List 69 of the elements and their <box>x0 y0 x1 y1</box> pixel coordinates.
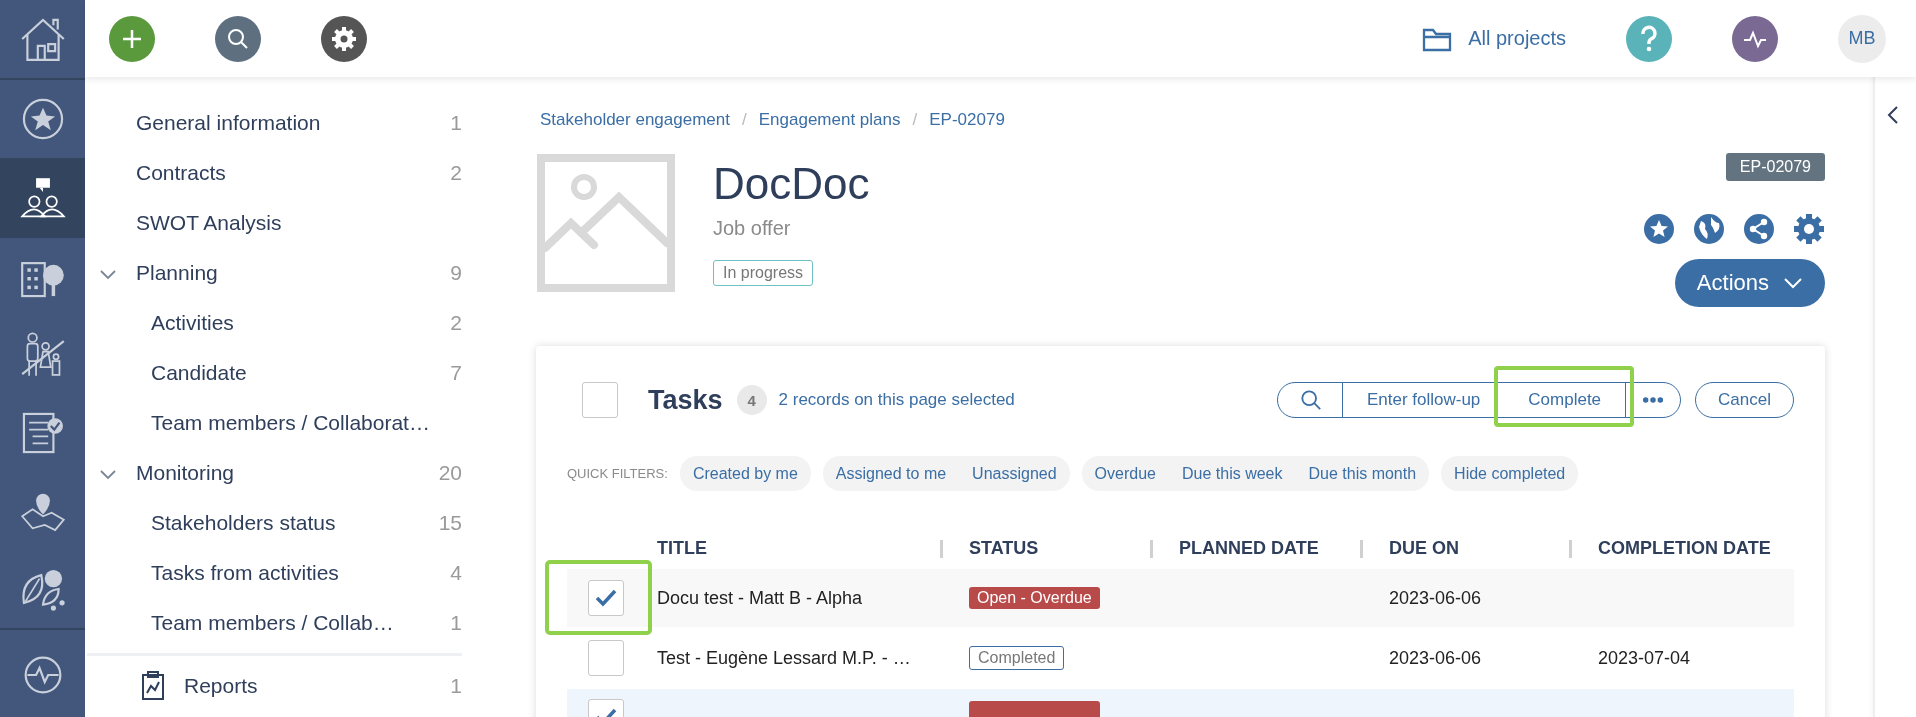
sidebar-item[interactable]: Reports 1 <box>85 656 462 716</box>
table-cell: 2023-06-06 <box>1389 587 1482 609</box>
user-avatar[interactable]: MB <box>1838 14 1886 63</box>
settings-button[interactable] <box>321 15 367 62</box>
count-badge: 4 <box>736 385 767 415</box>
breadcrumb-link[interactable]: EP-02079 <box>929 110 1005 130</box>
tasks-title: Tasks <box>648 384 723 416</box>
share-icon[interactable] <box>1743 213 1775 245</box>
table-row[interactable]: Docu test - Matt B - Alpha Open - Overdue 2023-06-06 <box>567 569 1794 627</box>
selection-note: 2 records on this page selected <box>778 390 1015 410</box>
more-icon <box>1642 396 1665 404</box>
breadcrumb-link[interactable]: Engagement plans <box>758 110 901 130</box>
row-checkbox[interactable] <box>588 580 624 616</box>
sidebar-item[interactable]: Monitoring 20 <box>85 448 462 498</box>
sidebar-item[interactable]: Stakeholders status 15 <box>85 498 462 548</box>
quick-filter[interactable]: Unassigned <box>959 464 1070 483</box>
sidebar-item[interactable]: Team members / Collaborat… <box>85 398 462 448</box>
quick-filter[interactable]: Assigned to me <box>822 464 960 483</box>
sidebar-item[interactable]: Team members / Collab… 1 <box>85 598 462 648</box>
checkmark-icon <box>594 588 618 608</box>
record-title: DocDoc <box>713 159 870 209</box>
globe-icon[interactable] <box>1693 213 1725 245</box>
quick-filter[interactable]: Overdue <box>1081 464 1169 483</box>
sidebar-item[interactable]: Tasks from activities 4 <box>85 548 462 598</box>
chevron-left-icon <box>1887 105 1899 125</box>
image-placeholder-icon <box>536 153 676 293</box>
breadcrumb-separator: / <box>912 110 918 130</box>
quick-filters-label: QUICK FILTERS: <box>567 466 668 481</box>
quick-filter[interactable]: Created by me <box>679 464 811 483</box>
table-cell: Docu test - Matt B - Alpha <box>657 587 863 609</box>
table-cell: Test - Eugène Lessard M.P. - … <box>657 647 911 669</box>
column-header[interactable]: COMPLETION DATE <box>1598 537 1771 559</box>
record-code-badge: EP-02079 <box>1725 153 1825 181</box>
sidebar-item[interactable]: Activities 2 <box>85 298 462 348</box>
quick-filter[interactable]: Due this month <box>1295 464 1430 483</box>
sidebar-item[interactable]: Candidate 7 <box>85 348 462 398</box>
toolbar-button[interactable]: Enter follow-up <box>1341 383 1505 417</box>
status-badge: In progress <box>713 260 814 286</box>
column-header[interactable]: PLANNED DATE <box>1179 537 1319 559</box>
sidebar-item[interactable]: Contracts 2 <box>85 148 462 198</box>
quick-filter[interactable]: Hide completed <box>1441 464 1579 483</box>
sidebar-item[interactable]: General information 1 <box>85 98 462 148</box>
table-cell: 2023-06-06 <box>1389 647 1482 669</box>
activity-button[interactable] <box>1732 15 1778 62</box>
chevron-down-icon <box>1783 277 1803 289</box>
breadcrumb-link[interactable]: Stakeholder engagement <box>540 110 730 130</box>
table-cell: 2023-07-04 <box>1598 647 1691 669</box>
toolbar-button[interactable]: Complete <box>1504 383 1627 417</box>
add-button[interactable] <box>109 15 155 62</box>
table-row[interactable]: Test - Eugène Lessard M.P. - … Completed 2023-06-06 2023-07-04 <box>567 627 1794 689</box>
sidebar-item[interactable]: SWOT Analysis <box>85 198 462 248</box>
column-header[interactable]: DUE ON <box>1389 537 1459 559</box>
gear-icon[interactable] <box>1793 213 1825 245</box>
sidebar-item[interactable]: Planning 9 <box>85 248 462 298</box>
actions-button[interactable]: Actions <box>1674 259 1825 307</box>
status-badge: Completed <box>969 646 1065 670</box>
report-clipboard-icon <box>140 671 166 701</box>
breadcrumb-separator: / <box>742 110 747 130</box>
status-badge: Open - Overdue <box>969 587 1100 609</box>
row-checkbox[interactable] <box>588 640 624 676</box>
select-all-checkbox[interactable] <box>582 382 618 418</box>
rail-item[interactable] <box>0 160 85 238</box>
search-button[interactable] <box>215 15 261 62</box>
search-icon <box>1299 389 1322 411</box>
all-projects-link[interactable]: All projects <box>1422 25 1566 52</box>
record-subtitle: Job offer <box>713 217 792 240</box>
quick-filter[interactable]: Due this week <box>1169 464 1296 483</box>
column-header[interactable]: STATUS <box>969 537 1039 559</box>
column-header[interactable]: TITLE <box>657 537 707 559</box>
